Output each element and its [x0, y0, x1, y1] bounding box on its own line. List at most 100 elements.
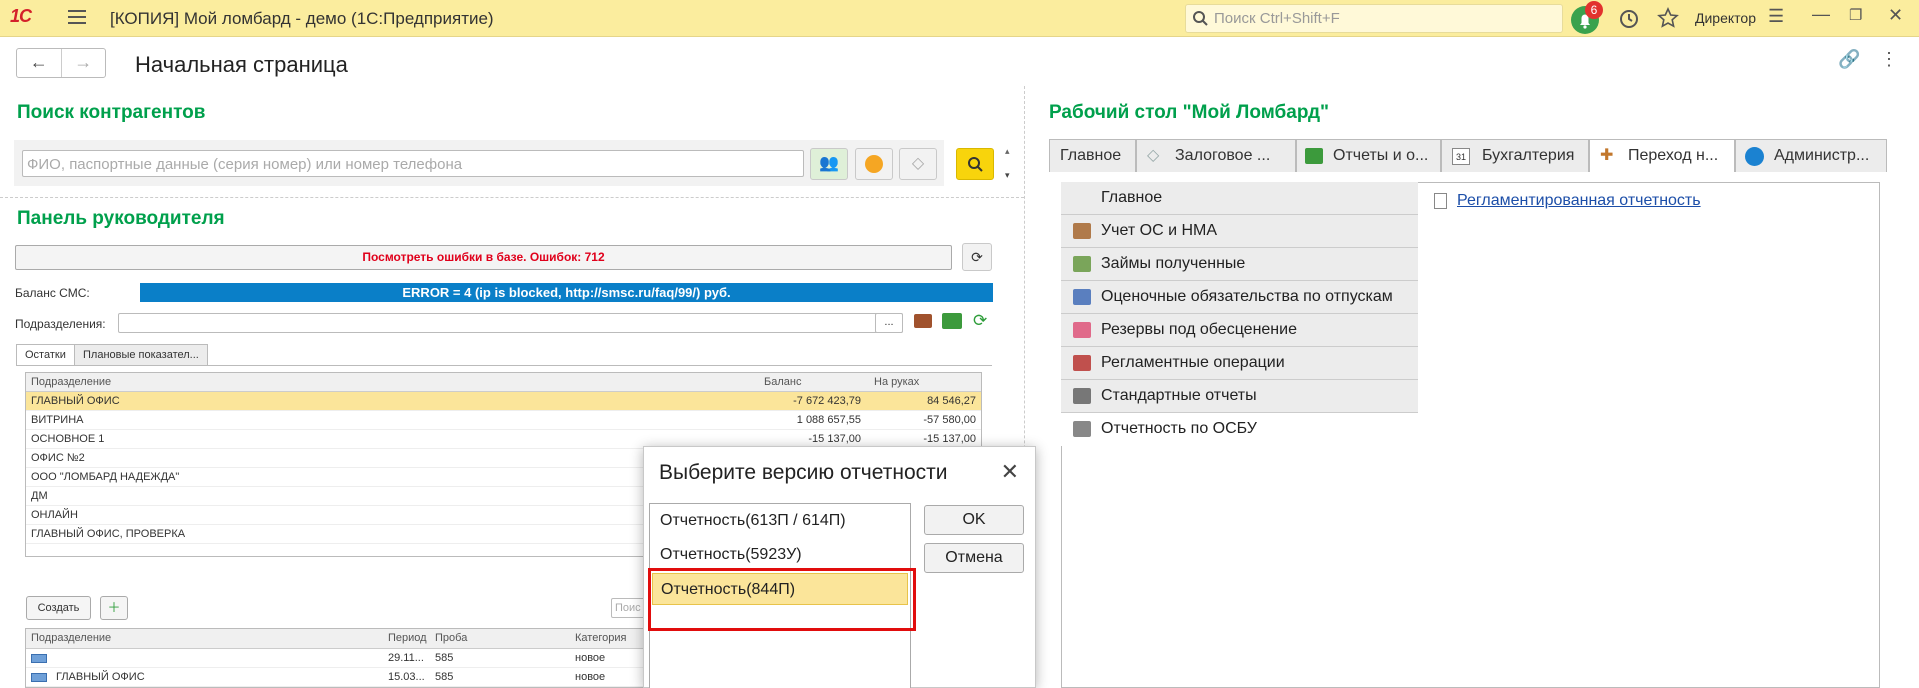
diamond-icon[interactable]: ◇ — [899, 148, 937, 180]
division-input[interactable] — [118, 313, 903, 333]
minimize-icon[interactable]: — — [1812, 4, 1830, 25]
table-header: Подразделение Период Проба Категория — [26, 629, 654, 649]
section-icon — [1073, 388, 1091, 404]
coin-icon[interactable] — [855, 148, 893, 180]
forward-arrow-icon[interactable]: → — [60, 49, 106, 77]
history-icon[interactable] — [1618, 8, 1640, 30]
search-icon — [1193, 11, 1208, 26]
section-menu-item[interactable]: Главное — [1061, 182, 1418, 215]
section-menu-label: Регламентные операции — [1101, 354, 1285, 371]
refresh-errors-icon[interactable]: ⟳ — [962, 243, 992, 271]
column-header[interactable]: Баланс — [764, 373, 801, 392]
tab-reports-label: Отчеты и о... — [1333, 147, 1429, 164]
table-row[interactable]: 29.11... 585 новое — [26, 649, 654, 668]
table-cell: 15.03... — [388, 671, 425, 683]
tab-line — [16, 365, 992, 366]
global-search-input[interactable]: Поиск Ctrl+Shift+F — [1185, 4, 1563, 33]
table-cell: 1 088 657,55 — [796, 414, 861, 426]
tab-balances[interactable]: Остатки — [16, 344, 75, 366]
wallet-icon[interactable] — [914, 314, 932, 328]
counterparty-search-input[interactable]: ФИО, паспортные данные (серия номер) или… — [22, 150, 804, 177]
table-cell: 585 — [435, 671, 454, 683]
section-menu-item[interactable]: Займы полученные — [1061, 248, 1418, 281]
division-label: Подразделения: — [15, 317, 106, 331]
item-icon — [31, 654, 47, 663]
scroll-down-icon[interactable]: ▾ — [1005, 170, 1010, 181]
user-name[interactable]: Директор — [1695, 10, 1756, 26]
tab-plan-indicators[interactable]: Плановые показател... — [74, 344, 208, 366]
close-window-icon[interactable]: ✕ — [1888, 5, 1903, 26]
app-window: 1С [КОПИЯ] Мой ломбард - демо (1С:Предпр… — [0, 0, 1919, 688]
column-header[interactable]: На руках — [874, 373, 919, 392]
item-icon — [31, 673, 47, 682]
tab-pledge[interactable]: ◇ Залоговое ... — [1136, 139, 1296, 172]
table-cell: ООО "ЛОМБАРД НАДЕЖДА" — [31, 471, 180, 483]
clients-icon[interactable]: 👥 — [810, 148, 848, 180]
section-menu-label: Учет ОС и НМА — [1101, 222, 1218, 239]
desktop-heading: Рабочий стол "Мой Ломбард" — [1049, 102, 1330, 123]
column-header[interactable]: Проба — [435, 629, 467, 648]
section-menu-item[interactable]: Регламентные операции — [1061, 347, 1418, 380]
close-icon[interactable]: ✕ — [1001, 459, 1019, 485]
version-option[interactable]: Отчетность(613П / 614П) — [652, 505, 908, 537]
tab-transition[interactable]: ✚ Переход н... — [1589, 139, 1735, 172]
search-button[interactable] — [956, 148, 994, 180]
table-row[interactable]: ГЛАВНЫЙ ОФИС -7 672 423,79 84 546,27 — [26, 392, 981, 411]
settings-menu-icon[interactable]: ☰ — [1768, 6, 1784, 27]
table-row[interactable]: ВИТРИНА 1 088 657,55 -57 580,00 — [26, 411, 981, 430]
table-row[interactable]: ГЛАВНЫЙ ОФИС 15.03... 585 новое — [26, 668, 654, 687]
section-icon — [1073, 256, 1091, 272]
table-cell: новое — [575, 652, 606, 664]
scroll-up-icon[interactable]: ▴ — [1005, 146, 1010, 157]
section-menu-item[interactable]: Оценочные обязательства по отпускам — [1061, 281, 1418, 314]
section-menu-label: Резервы под обесценение — [1101, 321, 1297, 338]
restore-icon[interactable]: ❐ — [1849, 6, 1862, 24]
window-title: [КОПИЯ] Мой ломбард - демо (1С:Предприят… — [110, 9, 494, 28]
table-cell: ВИТРИНА — [31, 414, 84, 426]
section-icon — [1073, 289, 1091, 305]
1c-logo: 1С — [10, 6, 32, 26]
table-cell: ГЛАВНЫЙ ОФИС, ПРОВЕРКА — [31, 528, 186, 540]
section-menu-label: Главное — [1101, 189, 1163, 206]
view-errors-button[interactable]: Посмотреть ошибки в базе. Ошибок: 712 — [15, 245, 952, 270]
tab-accounting[interactable]: 31 Бухгалтерия — [1441, 139, 1589, 172]
division-select-button[interactable]: ... — [875, 313, 903, 333]
create-button[interactable]: Создать — [26, 596, 91, 620]
link-icon[interactable]: 🔗 — [1838, 49, 1860, 70]
column-header[interactable]: Период — [388, 629, 427, 648]
dialog-title: Выберите версию отчетности — [659, 461, 948, 484]
tab-reports[interactable]: Отчеты и о... — [1296, 139, 1441, 172]
section-menu-item[interactable]: Отчетность по ОСБУ — [1061, 413, 1418, 446]
favorites-star-icon[interactable] — [1657, 7, 1679, 29]
section-menu-label: Займы полученные — [1101, 255, 1246, 272]
counterparty-search-placeholder: ФИО, паспортные данные (серия номер) или… — [27, 156, 463, 173]
highlight-annotation — [648, 568, 916, 631]
back-arrow-icon[interactable]: ← — [17, 49, 61, 77]
ok-button[interactable]: OK — [924, 505, 1024, 535]
column-header[interactable]: Подразделение — [31, 373, 111, 392]
more-icon[interactable]: ⋮ — [1880, 49, 1898, 70]
add-document-icon[interactable]: ＋ — [100, 596, 128, 620]
version-option[interactable]: Отчетность(5923У) — [652, 539, 908, 571]
signpost-icon: ✚ — [1600, 147, 1614, 164]
nav-bar: ← → Начальная страница 🔗 ⋮ — [0, 38, 1919, 86]
sms-balance-label: Баланс СМС: — [15, 286, 90, 300]
cancel-button[interactable]: Отмена — [924, 543, 1024, 573]
regulated-reporting-link[interactable]: Регламентированная отчетность — [1457, 192, 1701, 210]
tab-pledge-label: Залоговое ... — [1175, 147, 1271, 164]
column-header[interactable]: Категория — [575, 629, 626, 648]
chart-icon[interactable] — [942, 313, 962, 329]
section-menu-item[interactable]: Учет ОС и НМА — [1061, 215, 1418, 248]
section-divider — [0, 197, 1024, 198]
counterparty-search-heading: Поиск контрагентов — [17, 102, 206, 123]
menu-icon[interactable] — [68, 10, 86, 24]
refresh-icon[interactable]: ⟳ — [973, 311, 987, 331]
section-menu-label: Стандартные отчеты — [1101, 387, 1257, 404]
tab-main[interactable]: Главное — [1049, 139, 1136, 172]
section-menu-item[interactable]: Резервы под обесценение — [1061, 314, 1418, 347]
section-menu-label: Оценочные обязательства по отпускам — [1101, 288, 1393, 305]
column-header[interactable]: Подразделение — [31, 629, 111, 648]
table-cell: ДМ — [31, 490, 48, 502]
tab-administration[interactable]: Администр... — [1735, 139, 1887, 172]
section-menu-item[interactable]: Стандартные отчеты — [1061, 380, 1418, 413]
